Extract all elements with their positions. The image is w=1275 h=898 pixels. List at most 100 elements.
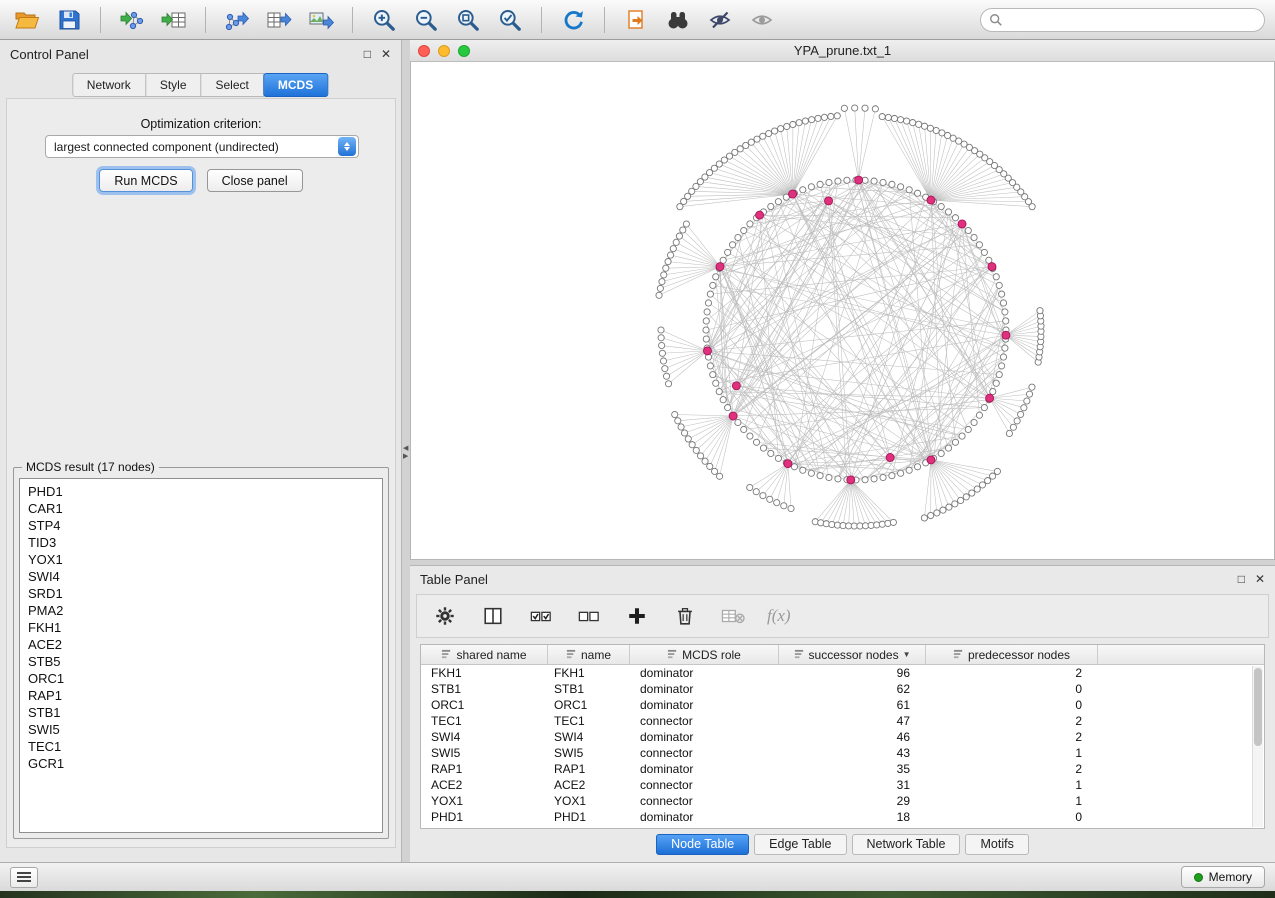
table-cell: 2: [926, 762, 1098, 776]
mcds-result-item[interactable]: GCR1: [20, 755, 382, 772]
table-row[interactable]: SWI5SWI5connector431: [421, 745, 1264, 761]
zoom-in-button[interactable]: [367, 4, 401, 36]
table-cell: 46: [779, 730, 926, 744]
table-scrollbar[interactable]: [1252, 666, 1263, 827]
column-header-mcds-role[interactable]: MCDS role: [630, 645, 779, 664]
column-header-predecessor-nodes[interactable]: predecessor nodes: [926, 645, 1098, 664]
table-cell: SWI5: [548, 746, 630, 760]
copy-network-button[interactable]: [619, 4, 653, 36]
status-menu-button[interactable]: [10, 867, 38, 888]
column-header-successor-nodes[interactable]: successor nodes ▼: [779, 645, 926, 664]
zoom-fit-button[interactable]: [451, 4, 485, 36]
toolbar-separator: [352, 7, 353, 33]
delete-table-button[interactable]: [719, 601, 747, 631]
delete-column-button[interactable]: [671, 601, 699, 631]
select-all-columns-button[interactable]: [527, 601, 555, 631]
close-panel-icon[interactable]: ✕: [1255, 573, 1265, 585]
tab-edge-table[interactable]: Edge Table: [754, 834, 846, 855]
table-row[interactable]: ORC1ORC1dominator610: [421, 697, 1264, 713]
table-row[interactable]: STB1STB1dominator620: [421, 681, 1264, 697]
close-window-icon[interactable]: [418, 45, 430, 57]
import-table-button[interactable]: [157, 4, 191, 36]
optimization-criterion-dropdown[interactable]: largest connected component (undirected): [45, 135, 359, 158]
close-panel-icon[interactable]: ✕: [381, 48, 391, 60]
tab-mcds[interactable]: MCDS: [263, 73, 328, 97]
tab-style[interactable]: Style: [145, 73, 202, 97]
mcds-result-item[interactable]: ACE2: [20, 636, 382, 653]
mcds-result-item[interactable]: PHD1: [20, 483, 382, 500]
search-input[interactable]: [1008, 13, 1256, 27]
mcds-result-item[interactable]: PMA2: [20, 602, 382, 619]
tab-select[interactable]: Select: [201, 73, 264, 97]
add-column-button[interactable]: [623, 601, 651, 631]
table-row[interactable]: FKH1FKH1dominator962: [421, 665, 1264, 681]
zoom-selected-button[interactable]: [493, 4, 527, 36]
mcds-result-item[interactable]: STB5: [20, 653, 382, 670]
memory-button[interactable]: Memory: [1181, 866, 1265, 888]
minimize-window-icon[interactable]: [438, 45, 450, 57]
mcds-result-item[interactable]: TEC1: [20, 738, 382, 755]
close-panel-button[interactable]: Close panel: [207, 169, 303, 192]
scrollbar-thumb[interactable]: [1254, 668, 1262, 746]
network-window-titlebar[interactable]: YPA_prune.txt_1: [410, 40, 1275, 62]
table-cell: TEC1: [421, 714, 548, 728]
export-network-button[interactable]: [220, 4, 254, 36]
search-box[interactable]: [980, 8, 1265, 32]
open-session-button[interactable]: [10, 4, 44, 36]
splitter-arrows-icon[interactable]: ◀▶: [403, 445, 408, 461]
show-column-button[interactable]: [479, 601, 507, 631]
table-row[interactable]: PHD1PHD1dominator180: [421, 809, 1264, 825]
network-canvas[interactable]: [410, 62, 1275, 560]
tab-network[interactable]: Network: [72, 73, 146, 97]
float-window-icon[interactable]: □: [1238, 573, 1245, 585]
mcds-result-item[interactable]: SRD1: [20, 585, 382, 602]
mcds-result-item[interactable]: TID3: [20, 534, 382, 551]
table-cell: PHD1: [548, 810, 630, 824]
network-graph[interactable]: [411, 62, 1274, 558]
mcds-result-item[interactable]: RAP1: [20, 687, 382, 704]
float-window-icon[interactable]: □: [364, 48, 371, 60]
table-cell: 1: [926, 794, 1098, 808]
table-cell: ACE2: [548, 778, 630, 792]
export-image-button[interactable]: [304, 4, 338, 36]
mcds-result-item[interactable]: FKH1: [20, 619, 382, 636]
mcds-result-item[interactable]: CAR1: [20, 500, 382, 517]
export-table-button[interactable]: [262, 4, 296, 36]
table-row[interactable]: YOX1YOX1connector291: [421, 793, 1264, 809]
mcds-result-item[interactable]: SWI5: [20, 721, 382, 738]
unselect-all-columns-button[interactable]: [575, 601, 603, 631]
column-header-name[interactable]: name: [548, 645, 630, 664]
mcds-result-item[interactable]: SWI4: [20, 568, 382, 585]
column-label: MCDS role: [682, 648, 741, 662]
tab-node-table[interactable]: Node Table: [656, 834, 749, 855]
table-row[interactable]: RAP1RAP1dominator352: [421, 761, 1264, 777]
refresh-view-button[interactable]: [556, 4, 590, 36]
tab-network-table[interactable]: Network Table: [852, 834, 961, 855]
eye-icon: [749, 8, 775, 32]
table-row[interactable]: ACE2ACE2connector311: [421, 777, 1264, 793]
mcds-result-item[interactable]: STB1: [20, 704, 382, 721]
table-cell: STB1: [421, 682, 548, 696]
mcds-result-item[interactable]: STP4: [20, 517, 382, 534]
mcds-result-item[interactable]: YOX1: [20, 551, 382, 568]
maximize-window-icon[interactable]: [458, 45, 470, 57]
mcds-result-item[interactable]: ORC1: [20, 670, 382, 687]
table-settings-button[interactable]: [431, 601, 459, 631]
save-session-button[interactable]: [52, 4, 86, 36]
panel-splitter-vertical[interactable]: ◀▶: [402, 40, 410, 862]
table-row[interactable]: TEC1TEC1connector472: [421, 713, 1264, 729]
import-network-button[interactable]: [115, 4, 149, 36]
hide-selected-button[interactable]: [703, 4, 737, 36]
table-cell: 2: [926, 666, 1098, 680]
show-all-button[interactable]: [745, 4, 779, 36]
function-builder-button[interactable]: f(x): [767, 601, 791, 631]
mcds-result-list[interactable]: PHD1CAR1STP4TID3YOX1SWI4SRD1PMA2FKH1ACE2…: [19, 478, 383, 833]
search-network-button[interactable]: [661, 4, 695, 36]
table-cell: connector: [630, 746, 779, 760]
table-row[interactable]: SWI4SWI4dominator462: [421, 729, 1264, 745]
tab-motifs[interactable]: Motifs: [965, 834, 1028, 855]
toolbar-separator: [604, 7, 605, 33]
run-mcds-button[interactable]: Run MCDS: [99, 169, 192, 192]
column-header-shared-name[interactable]: shared name: [421, 645, 548, 664]
zoom-out-button[interactable]: [409, 4, 443, 36]
